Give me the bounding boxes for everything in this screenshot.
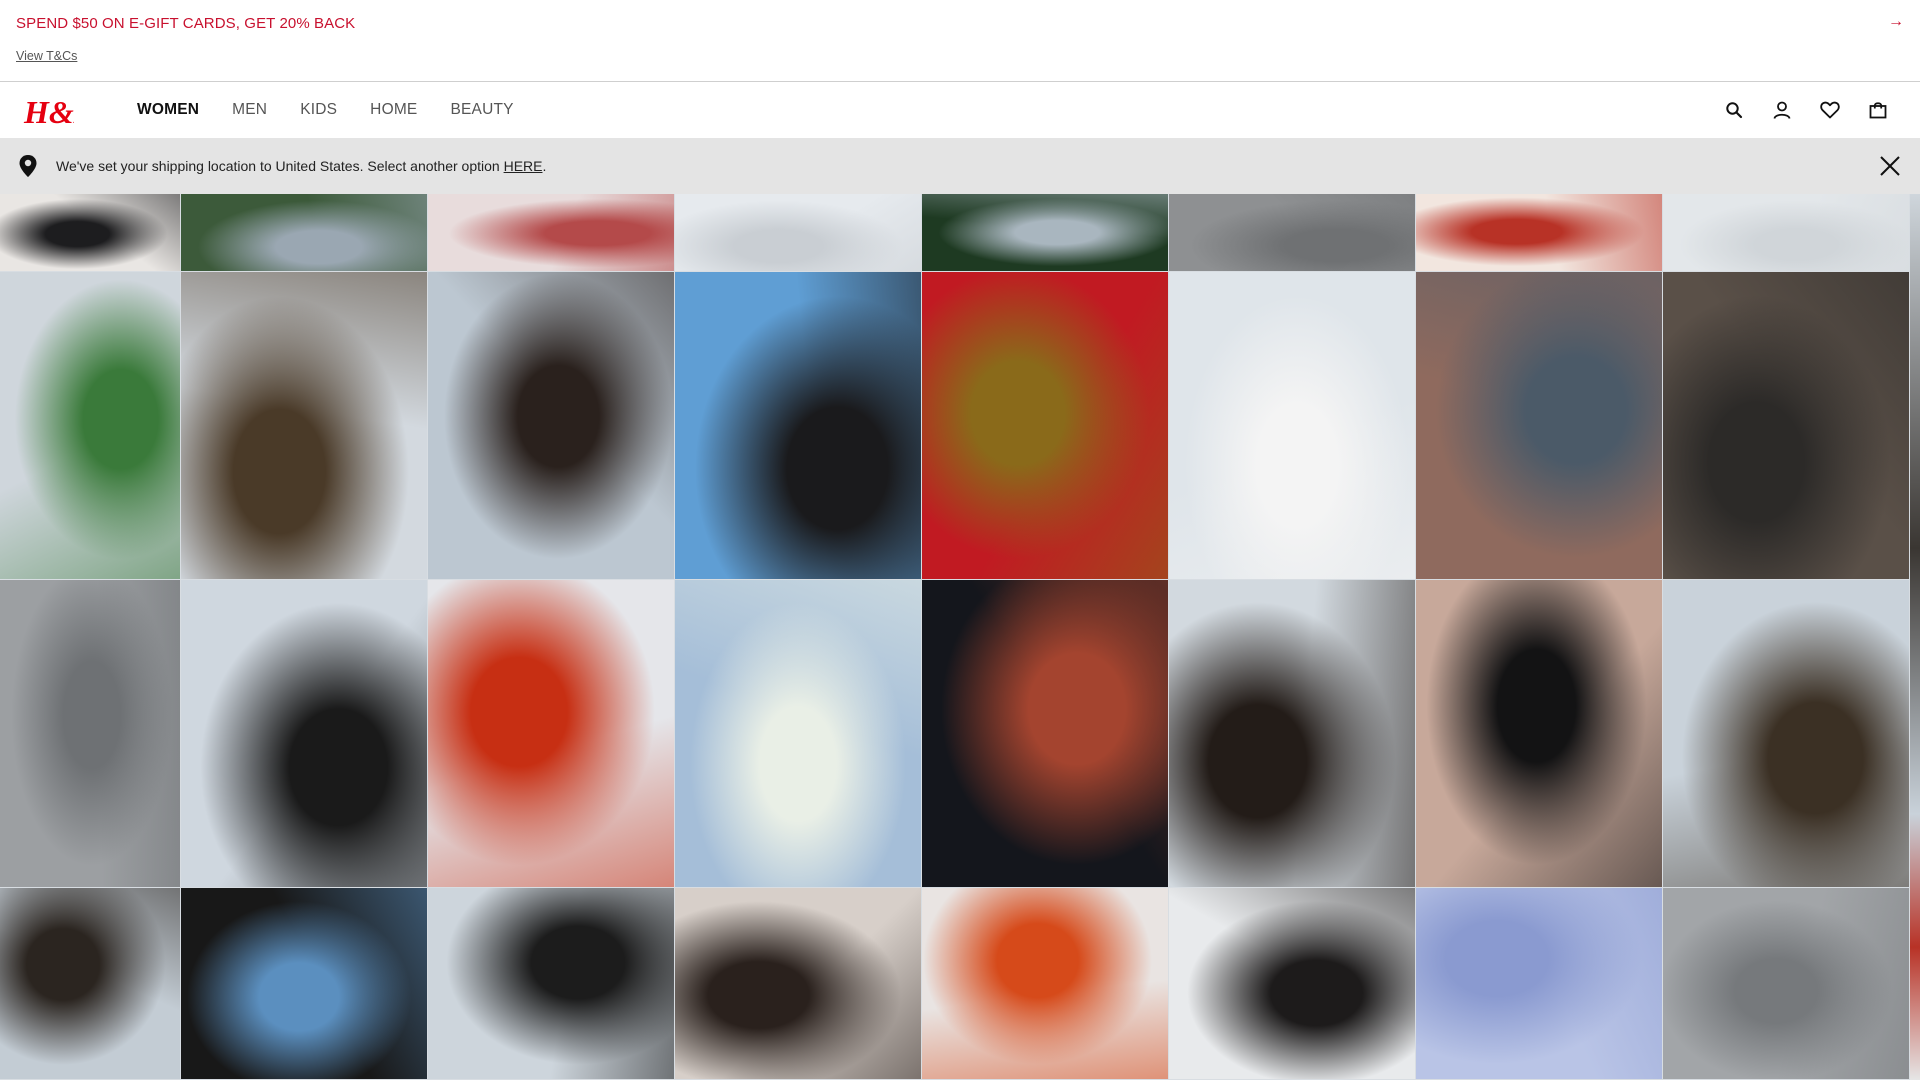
tile-red-skirt[interactable]: [428, 580, 674, 887]
tile-leather-jacket-portrait[interactable]: [181, 272, 427, 579]
promo-banner: SPEND $50 ON E-GIFT CARDS, GET 20% BACK …: [0, 0, 1920, 82]
nav-home[interactable]: HOME: [370, 101, 417, 119]
shipping-notice-text: We've set your shipping location to Unit…: [56, 158, 546, 174]
nav-women[interactable]: WOMEN: [137, 101, 199, 119]
account-icon[interactable]: [1770, 98, 1794, 122]
tile-downcast-face[interactable]: [675, 888, 921, 1079]
tile-lace-top-skirt[interactable]: [181, 580, 427, 887]
change-location-link[interactable]: HERE: [504, 158, 543, 174]
shipping-notice: We've set your shipping location to Unit…: [0, 138, 1920, 194]
tile-blurred-window[interactable]: [1663, 272, 1909, 579]
tile-white-dress-top[interactable]: [675, 194, 921, 271]
tile-red-orchid[interactable]: [922, 272, 1168, 579]
tile-black-skirt[interactable]: [1416, 580, 1662, 887]
tile-windswept-hair[interactable]: [1169, 580, 1415, 887]
promo-title[interactable]: SPEND $50 ON E-GIFT CARDS, GET 20% BACK: [16, 15, 355, 32]
hm-logo-mark: H&M: [23, 94, 104, 130]
hm-logo[interactable]: H&M: [22, 90, 104, 130]
nav-kids[interactable]: KIDS: [300, 101, 337, 119]
campaign-image-mosaic: [0, 194, 1920, 1080]
tile-lace-hem[interactable]: [0, 194, 180, 271]
shopping-bag-icon[interactable]: [1866, 98, 1890, 122]
logo-text: H&M: [23, 94, 74, 130]
header-actions: [1698, 82, 1890, 138]
tile-lace-top-2[interactable]: [428, 888, 674, 1079]
tile-denim-belt[interactable]: [181, 888, 427, 1079]
tile-orange-petal[interactable]: [922, 888, 1168, 1079]
arrow-right-icon[interactable]: →: [1888, 13, 1904, 31]
tile-face-closeup[interactable]: [428, 272, 674, 579]
view-terms-link[interactable]: View T&Cs: [16, 49, 77, 63]
tile-concrete-2[interactable]: [1663, 888, 1909, 1079]
tile-concrete-top[interactable]: [1169, 194, 1415, 271]
search-icon[interactable]: [1722, 98, 1746, 122]
favorites-icon[interactable]: [1818, 98, 1842, 122]
location-pin-icon: [18, 154, 38, 178]
tile-red-bokeh[interactable]: [922, 580, 1168, 887]
main-nav: WOMEN MEN KIDS HOME BEAUTY: [137, 82, 547, 138]
tile-pink-blur[interactable]: [428, 194, 674, 271]
tile-sky-portrait[interactable]: [675, 272, 921, 579]
tile-green-leaves[interactable]: [181, 194, 427, 271]
close-icon[interactable]: [1878, 154, 1902, 178]
tile-jacket-portrait-2[interactable]: [1663, 580, 1909, 887]
tile-edge-strip: [1910, 194, 1920, 1080]
tile-white-eyelet-dress[interactable]: [1169, 272, 1415, 579]
site-header: H&M WOMEN MEN KIDS HOME BEAUTY: [0, 82, 1920, 138]
notice-period: .: [542, 158, 547, 174]
notice-message: We've set your shipping location to Unit…: [56, 158, 504, 174]
tile-white-dress-top-2[interactable]: [1663, 194, 1909, 271]
tile-concrete-crack[interactable]: [0, 580, 180, 887]
tile-dark-leaves[interactable]: [922, 194, 1168, 271]
tile-flower-bouquet[interactable]: [0, 272, 180, 579]
nav-men[interactable]: MEN: [232, 101, 267, 119]
tile-red-petal-top[interactable]: [1416, 194, 1662, 271]
tile-blue-flowers[interactable]: [1416, 888, 1662, 1079]
tile-jacket-full[interactable]: [0, 888, 180, 1079]
tile-white-blossoms[interactable]: [675, 580, 921, 887]
tile-resting-pose[interactable]: [1169, 888, 1415, 1079]
tile-eye-closeup[interactable]: [1416, 272, 1662, 579]
nav-beauty[interactable]: BEAUTY: [450, 101, 513, 119]
